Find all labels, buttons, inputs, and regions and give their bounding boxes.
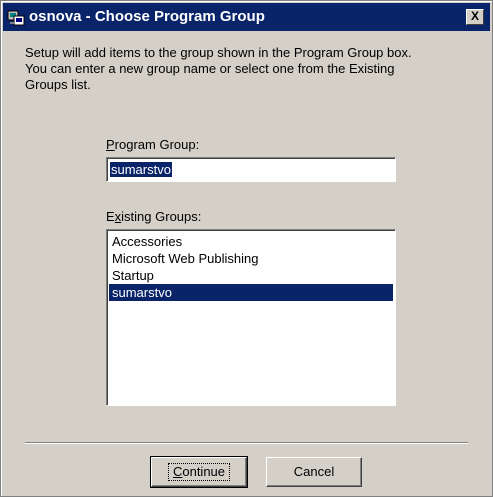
cancel-button[interactable]: Cancel (266, 457, 362, 487)
program-group-label-text: rogram Group: (114, 137, 200, 152)
setup-app-icon (7, 8, 25, 26)
list-item[interactable]: Startup (109, 267, 393, 284)
window-title: osnova - Choose Program Group (29, 8, 265, 25)
continue-button-label: Continue (167, 463, 231, 481)
close-button[interactable]: X (466, 9, 484, 25)
instructions-line: Setup will add items to the group shown … (25, 45, 412, 60)
continue-accelerator: C (172, 464, 183, 479)
program-group-label-accelerator: P (106, 137, 115, 152)
existing-groups-list[interactable]: Accessories Microsoft Web Publishing Sta… (106, 229, 396, 406)
continue-button[interactable]: Continue (150, 456, 248, 488)
instructions-line: Groups list. (25, 77, 91, 92)
list-item-selected[interactable]: sumarstvo (109, 284, 393, 301)
program-group-label: Program Group: (106, 137, 199, 152)
continue-label-text: ontinue (182, 464, 226, 479)
list-item[interactable]: Microsoft Web Publishing (109, 250, 393, 267)
existing-groups-label-text: isting Groups: (121, 209, 202, 224)
separator (25, 442, 468, 444)
instructions-line: You can enter a new group name or select… (25, 61, 395, 76)
program-group-value: sumarstvo (110, 162, 172, 177)
existing-groups-label: Existing Groups: (106, 209, 201, 224)
instructions-text: Setup will add items to the group shown … (25, 45, 475, 93)
title-bar[interactable]: osnova - Choose Program Group X (3, 3, 490, 31)
choose-program-group-dialog: osnova - Choose Program Group X Setup wi… (0, 0, 493, 497)
program-group-input[interactable]: sumarstvo (106, 157, 396, 182)
existing-groups-label-prefix: E (106, 209, 115, 224)
list-item[interactable]: Accessories (109, 233, 393, 250)
